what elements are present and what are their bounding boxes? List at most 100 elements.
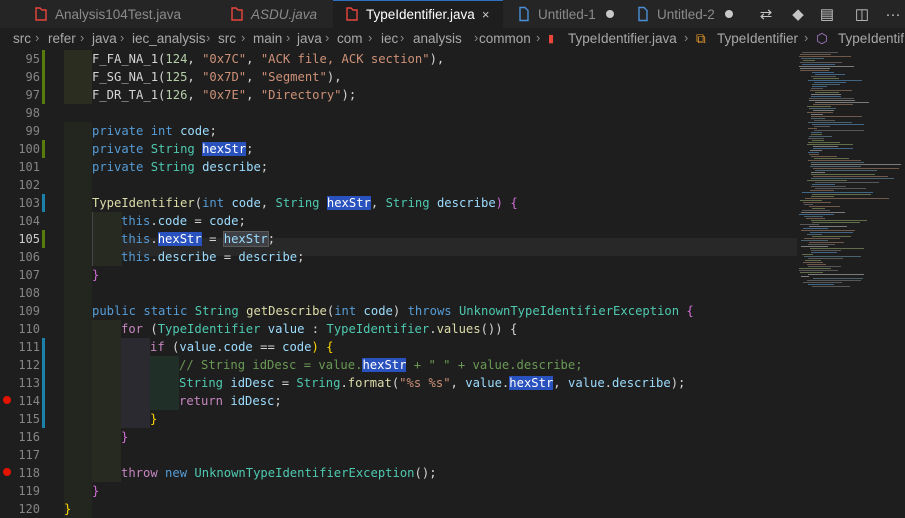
modified-lines-marker[interactable] <box>42 194 45 212</box>
more-actions-icon[interactable]: ··· <box>882 3 904 25</box>
indent-guide <box>64 122 92 518</box>
line-number: 110 <box>18 322 40 336</box>
code-line-116: } <box>121 430 129 444</box>
breakpoint-icon[interactable] <box>3 468 11 476</box>
minimap-line <box>806 264 826 265</box>
minimap-line <box>812 72 835 73</box>
chevron-right-icon: › <box>684 30 689 45</box>
chevron-right-icon: › <box>400 30 405 45</box>
tab-typeidentifier[interactable]: TypeIdentifier.java × <box>333 0 503 28</box>
chevron-right-icon: › <box>120 30 125 45</box>
line-number: 117 <box>18 448 40 462</box>
code-line-100: private String hexStr; <box>92 142 254 156</box>
code-line-119: } <box>92 484 100 498</box>
close-icon[interactable]: × <box>482 7 490 22</box>
breadcrumb-item[interactable]: refer <box>48 31 76 46</box>
minimap-line <box>801 276 810 277</box>
breadcrumb-item[interactable]: iec_analysis <box>132 31 206 46</box>
split-editor-icon[interactable]: ◫ <box>851 3 873 25</box>
minimap-line <box>812 110 835 111</box>
minimap-line <box>814 74 846 75</box>
git-icon[interactable]: ◆ <box>787 3 809 25</box>
tab-untitled-1[interactable]: Untitled-1 <box>503 0 624 28</box>
tab-analysis104test[interactable]: Analysis104Test.java <box>22 0 214 28</box>
chevron-right-icon: › <box>804 30 809 45</box>
line-number: 95 <box>25 52 40 66</box>
breadcrumb-item[interactable]: main <box>253 31 282 46</box>
minimap-line <box>803 238 840 239</box>
minimap-line <box>812 236 851 237</box>
tab-label: TypeIdentifier.java <box>366 6 475 22</box>
minimap-line <box>811 220 867 221</box>
class-icon: ⧉ <box>696 31 706 46</box>
line-number: 96 <box>25 70 40 84</box>
code-editor[interactable]: 95 96 97 98 99 100 101 102 103 104 105 1… <box>0 50 905 518</box>
code-line-112: // String idDesc = value.hexStr + " " + … <box>179 358 583 372</box>
breadcrumb-item[interactable]: java <box>297 31 322 46</box>
minimap-line <box>805 260 822 261</box>
unsaved-dot-icon[interactable] <box>605 10 614 18</box>
code-line-110: for (TypeIdentifier value : TypeIdentifi… <box>121 322 518 336</box>
minimap-line <box>802 254 813 255</box>
line-number: 112 <box>18 358 40 372</box>
minimap-line <box>807 152 820 153</box>
java-file-icon <box>230 6 244 22</box>
minimap-line <box>810 166 861 167</box>
minimap-line <box>809 100 856 101</box>
minimap-line <box>806 280 861 281</box>
breadcrumb-item[interactable]: java <box>92 31 117 46</box>
preview-icon[interactable]: ▤ <box>816 3 838 25</box>
minimap-line <box>813 126 831 127</box>
minimap-line <box>799 270 839 271</box>
breakpoint-icon[interactable] <box>3 396 11 404</box>
added-lines-marker[interactable] <box>42 140 45 158</box>
breadcrumb-item[interactable]: iec <box>381 31 398 46</box>
line-number: 104 <box>18 214 40 228</box>
minimap-line <box>800 240 829 241</box>
minimap-line <box>814 82 846 83</box>
breadcrumb-item[interactable]: src <box>218 31 236 46</box>
breadcrumb-symbol[interactable]: TypeIdentif <box>838 31 904 46</box>
minimap-line <box>811 84 840 85</box>
added-lines-marker[interactable] <box>42 230 45 248</box>
minimap-line <box>814 92 839 93</box>
line-number: 116 <box>18 430 40 444</box>
tab-label: Untitled-2 <box>657 6 715 22</box>
unsaved-dot-icon[interactable] <box>724 10 733 18</box>
minimap-line <box>807 106 832 107</box>
modified-lines-marker[interactable] <box>42 338 45 428</box>
minimap-line <box>807 80 862 81</box>
minimap-line <box>803 256 861 257</box>
breadcrumb-item[interactable]: analysis <box>413 31 462 46</box>
cube-icon: ⬡ <box>816 31 828 46</box>
minimap-line <box>800 212 846 213</box>
minimap-line <box>811 140 825 141</box>
minimap-line <box>800 70 830 71</box>
code-line-118: throw new UnknownTypeIdentifierException… <box>121 466 437 480</box>
minimap-line <box>810 162 865 163</box>
line-number: 99 <box>25 124 40 138</box>
compare-changes-icon[interactable]: ⇄ <box>755 3 777 25</box>
minimap-line <box>812 104 853 105</box>
tab-label: Analysis104Test.java <box>55 6 182 22</box>
breadcrumb-item[interactable]: src <box>13 31 31 46</box>
minimap-line <box>811 208 825 209</box>
minimap-line <box>810 94 841 95</box>
tab-untitled-2[interactable]: Untitled-2 <box>624 0 748 28</box>
line-number: 105 <box>18 232 40 246</box>
breadcrumb-class[interactable]: TypeIdentifier <box>717 31 798 46</box>
breadcrumb-item[interactable]: common <box>479 31 531 46</box>
chevron-right-icon: › <box>35 30 40 45</box>
java-file-icon <box>34 6 48 22</box>
minimap-line <box>802 228 829 229</box>
minimap[interactable] <box>797 50 905 516</box>
added-lines-marker[interactable] <box>42 50 45 104</box>
chevron-right-icon: › <box>474 30 479 45</box>
minimap-line <box>810 116 863 117</box>
minimap-line <box>802 64 835 65</box>
code-line-105: this.hexStr = hexStr; <box>121 231 276 247</box>
breadcrumb-file[interactable]: TypeIdentifier.java <box>568 31 677 46</box>
tab-asdu[interactable]: ASDU.java <box>214 0 333 28</box>
minimap-line <box>807 284 835 285</box>
breadcrumb-item[interactable]: com <box>337 31 363 46</box>
